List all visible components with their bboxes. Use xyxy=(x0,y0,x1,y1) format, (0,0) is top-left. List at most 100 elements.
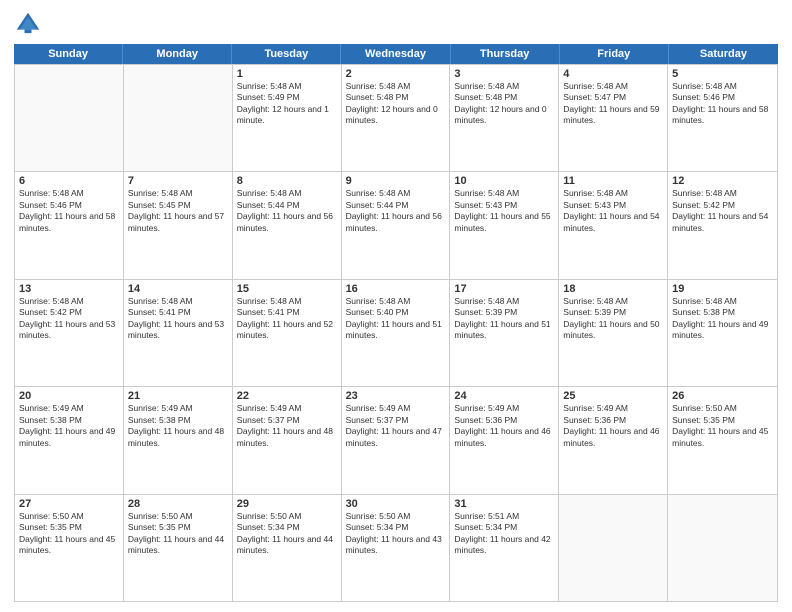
cell-info: Sunrise: 5:48 AM Sunset: 5:48 PM Dayligh… xyxy=(346,81,446,127)
weekday-header-tuesday: Tuesday xyxy=(232,44,341,64)
day-number: 30 xyxy=(346,498,446,510)
calendar-cell: 28Sunrise: 5:50 AM Sunset: 5:35 PM Dayli… xyxy=(124,495,233,601)
day-number: 10 xyxy=(454,175,554,187)
calendar-row-1: 6Sunrise: 5:48 AM Sunset: 5:46 PM Daylig… xyxy=(15,171,777,278)
cell-info: Sunrise: 5:48 AM Sunset: 5:39 PM Dayligh… xyxy=(563,296,663,342)
day-number: 1 xyxy=(237,68,337,80)
weekday-header-friday: Friday xyxy=(560,44,669,64)
calendar-cell xyxy=(668,495,777,601)
calendar-cell: 7Sunrise: 5:48 AM Sunset: 5:45 PM Daylig… xyxy=(124,172,233,278)
day-number: 15 xyxy=(237,283,337,295)
calendar-cell: 19Sunrise: 5:48 AM Sunset: 5:38 PM Dayli… xyxy=(668,280,777,386)
calendar: SundayMondayTuesdayWednesdayThursdayFrid… xyxy=(14,44,778,602)
cell-info: Sunrise: 5:48 AM Sunset: 5:40 PM Dayligh… xyxy=(346,296,446,342)
day-number: 22 xyxy=(237,390,337,402)
calendar-cell: 31Sunrise: 5:51 AM Sunset: 5:34 PM Dayli… xyxy=(450,495,559,601)
calendar-cell: 20Sunrise: 5:49 AM Sunset: 5:38 PM Dayli… xyxy=(15,387,124,493)
day-number: 2 xyxy=(346,68,446,80)
weekday-header-saturday: Saturday xyxy=(669,44,778,64)
cell-info: Sunrise: 5:49 AM Sunset: 5:36 PM Dayligh… xyxy=(563,403,663,449)
weekday-header-thursday: Thursday xyxy=(451,44,560,64)
cell-info: Sunrise: 5:50 AM Sunset: 5:35 PM Dayligh… xyxy=(19,511,119,557)
calendar-cell: 9Sunrise: 5:48 AM Sunset: 5:44 PM Daylig… xyxy=(342,172,451,278)
cell-info: Sunrise: 5:49 AM Sunset: 5:38 PM Dayligh… xyxy=(128,403,228,449)
calendar-cell xyxy=(124,65,233,171)
calendar-cell: 11Sunrise: 5:48 AM Sunset: 5:43 PM Dayli… xyxy=(559,172,668,278)
calendar-cell: 18Sunrise: 5:48 AM Sunset: 5:39 PM Dayli… xyxy=(559,280,668,386)
cell-info: Sunrise: 5:50 AM Sunset: 5:34 PM Dayligh… xyxy=(346,511,446,557)
day-number: 3 xyxy=(454,68,554,80)
day-number: 7 xyxy=(128,175,228,187)
cell-info: Sunrise: 5:48 AM Sunset: 5:43 PM Dayligh… xyxy=(563,188,663,234)
calendar-cell: 27Sunrise: 5:50 AM Sunset: 5:35 PM Dayli… xyxy=(15,495,124,601)
cell-info: Sunrise: 5:48 AM Sunset: 5:39 PM Dayligh… xyxy=(454,296,554,342)
cell-info: Sunrise: 5:49 AM Sunset: 5:38 PM Dayligh… xyxy=(19,403,119,449)
calendar-cell: 2Sunrise: 5:48 AM Sunset: 5:48 PM Daylig… xyxy=(342,65,451,171)
weekday-header-wednesday: Wednesday xyxy=(341,44,450,64)
day-number: 12 xyxy=(672,175,773,187)
cell-info: Sunrise: 5:50 AM Sunset: 5:35 PM Dayligh… xyxy=(672,403,773,449)
cell-info: Sunrise: 5:48 AM Sunset: 5:46 PM Dayligh… xyxy=(19,188,119,234)
day-number: 23 xyxy=(346,390,446,402)
cell-info: Sunrise: 5:48 AM Sunset: 5:48 PM Dayligh… xyxy=(454,81,554,127)
cell-info: Sunrise: 5:48 AM Sunset: 5:42 PM Dayligh… xyxy=(19,296,119,342)
day-number: 26 xyxy=(672,390,773,402)
day-number: 17 xyxy=(454,283,554,295)
calendar-cell xyxy=(15,65,124,171)
calendar-cell: 10Sunrise: 5:48 AM Sunset: 5:43 PM Dayli… xyxy=(450,172,559,278)
cell-info: Sunrise: 5:48 AM Sunset: 5:38 PM Dayligh… xyxy=(672,296,773,342)
day-number: 25 xyxy=(563,390,663,402)
calendar-cell: 15Sunrise: 5:48 AM Sunset: 5:41 PM Dayli… xyxy=(233,280,342,386)
day-number: 31 xyxy=(454,498,554,510)
day-number: 9 xyxy=(346,175,446,187)
calendar-row-0: 1Sunrise: 5:48 AM Sunset: 5:49 PM Daylig… xyxy=(15,64,777,171)
calendar-cell: 3Sunrise: 5:48 AM Sunset: 5:48 PM Daylig… xyxy=(450,65,559,171)
cell-info: Sunrise: 5:49 AM Sunset: 5:36 PM Dayligh… xyxy=(454,403,554,449)
calendar-cell: 4Sunrise: 5:48 AM Sunset: 5:47 PM Daylig… xyxy=(559,65,668,171)
calendar-cell: 22Sunrise: 5:49 AM Sunset: 5:37 PM Dayli… xyxy=(233,387,342,493)
calendar-cell: 12Sunrise: 5:48 AM Sunset: 5:42 PM Dayli… xyxy=(668,172,777,278)
cell-info: Sunrise: 5:50 AM Sunset: 5:34 PM Dayligh… xyxy=(237,511,337,557)
calendar-cell: 16Sunrise: 5:48 AM Sunset: 5:40 PM Dayli… xyxy=(342,280,451,386)
calendar-cell: 21Sunrise: 5:49 AM Sunset: 5:38 PM Dayli… xyxy=(124,387,233,493)
cell-info: Sunrise: 5:48 AM Sunset: 5:45 PM Dayligh… xyxy=(128,188,228,234)
day-number: 29 xyxy=(237,498,337,510)
day-number: 14 xyxy=(128,283,228,295)
calendar-cell: 30Sunrise: 5:50 AM Sunset: 5:34 PM Dayli… xyxy=(342,495,451,601)
calendar-body: 1Sunrise: 5:48 AM Sunset: 5:49 PM Daylig… xyxy=(14,64,778,602)
page: SundayMondayTuesdayWednesdayThursdayFrid… xyxy=(0,0,792,612)
day-number: 16 xyxy=(346,283,446,295)
cell-info: Sunrise: 5:48 AM Sunset: 5:42 PM Dayligh… xyxy=(672,188,773,234)
day-number: 6 xyxy=(19,175,119,187)
weekday-header-sunday: Sunday xyxy=(14,44,123,64)
cell-info: Sunrise: 5:48 AM Sunset: 5:46 PM Dayligh… xyxy=(672,81,773,127)
cell-info: Sunrise: 5:49 AM Sunset: 5:37 PM Dayligh… xyxy=(237,403,337,449)
day-number: 27 xyxy=(19,498,119,510)
calendar-cell: 29Sunrise: 5:50 AM Sunset: 5:34 PM Dayli… xyxy=(233,495,342,601)
calendar-cell xyxy=(559,495,668,601)
cell-info: Sunrise: 5:48 AM Sunset: 5:43 PM Dayligh… xyxy=(454,188,554,234)
calendar-cell: 17Sunrise: 5:48 AM Sunset: 5:39 PM Dayli… xyxy=(450,280,559,386)
day-number: 13 xyxy=(19,283,119,295)
calendar-row-4: 27Sunrise: 5:50 AM Sunset: 5:35 PM Dayli… xyxy=(15,494,777,601)
calendar-cell: 13Sunrise: 5:48 AM Sunset: 5:42 PM Dayli… xyxy=(15,280,124,386)
header xyxy=(14,10,778,38)
calendar-cell: 5Sunrise: 5:48 AM Sunset: 5:46 PM Daylig… xyxy=(668,65,777,171)
day-number: 28 xyxy=(128,498,228,510)
day-number: 19 xyxy=(672,283,773,295)
day-number: 8 xyxy=(237,175,337,187)
cell-info: Sunrise: 5:50 AM Sunset: 5:35 PM Dayligh… xyxy=(128,511,228,557)
cell-info: Sunrise: 5:48 AM Sunset: 5:44 PM Dayligh… xyxy=(346,188,446,234)
day-number: 11 xyxy=(563,175,663,187)
cell-info: Sunrise: 5:48 AM Sunset: 5:41 PM Dayligh… xyxy=(128,296,228,342)
day-number: 21 xyxy=(128,390,228,402)
logo-icon xyxy=(14,10,42,38)
calendar-cell: 8Sunrise: 5:48 AM Sunset: 5:44 PM Daylig… xyxy=(233,172,342,278)
day-number: 4 xyxy=(563,68,663,80)
calendar-cell: 25Sunrise: 5:49 AM Sunset: 5:36 PM Dayli… xyxy=(559,387,668,493)
calendar-cell: 26Sunrise: 5:50 AM Sunset: 5:35 PM Dayli… xyxy=(668,387,777,493)
calendar-cell: 24Sunrise: 5:49 AM Sunset: 5:36 PM Dayli… xyxy=(450,387,559,493)
day-number: 24 xyxy=(454,390,554,402)
day-number: 5 xyxy=(672,68,773,80)
calendar-cell: 1Sunrise: 5:48 AM Sunset: 5:49 PM Daylig… xyxy=(233,65,342,171)
